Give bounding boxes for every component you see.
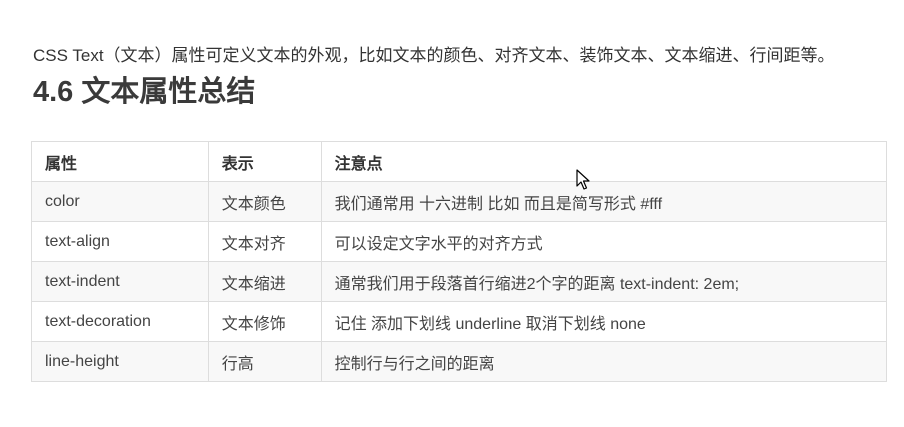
cell-property: text-align <box>31 221 209 262</box>
table-row: text-decoration 文本修饰 记住 添加下划线 underline … <box>31 301 888 342</box>
intro-paragraph: CSS Text（文本）属性可定义文本的外观，比如文本的颜色、对齐文本、装饰文本… <box>33 46 835 65</box>
cell-meaning: 文本对齐 <box>207 221 322 262</box>
cell-meaning: 文本颜色 <box>207 181 322 222</box>
cell-notes: 我们通常用 十六进制 比如 而且是简写形式 #fff <box>320 181 888 222</box>
cell-notes: 控制行与行之间的距离 <box>320 341 888 382</box>
cell-property: line-height <box>31 341 209 382</box>
table-row: text-indent 文本缩进 通常我们用于段落首行缩进2个字的距离 text… <box>31 261 888 302</box>
table-header-row: 属性 表示 注意点 <box>31 141 888 182</box>
cell-notes: 记住 添加下划线 underline 取消下划线 none <box>320 301 888 342</box>
section-title: 4.6 文本属性总结 <box>33 76 256 108</box>
cell-notes: 可以设定文字水平的对齐方式 <box>320 221 888 262</box>
cell-meaning: 行高 <box>207 341 322 382</box>
cell-meaning: 文本修饰 <box>207 301 322 342</box>
cell-property: text-decoration <box>31 301 209 342</box>
header-cell-meaning: 表示 <box>207 141 322 182</box>
header-cell-property: 属性 <box>31 141 209 182</box>
header-cell-notes: 注意点 <box>320 141 888 182</box>
cell-property: color <box>31 181 209 222</box>
table-row: color 文本颜色 我们通常用 十六进制 比如 而且是简写形式 #fff <box>31 181 888 222</box>
cell-meaning: 文本缩进 <box>207 261 322 302</box>
cell-property: text-indent <box>31 261 209 302</box>
text-properties-table: 属性 表示 注意点 color 文本颜色 我们通常用 十六进制 比如 而且是简写… <box>31 141 888 382</box>
table-row: line-height 行高 控制行与行之间的距离 <box>31 341 888 382</box>
cell-notes: 通常我们用于段落首行缩进2个字的距离 text-indent: 2em; <box>320 261 888 302</box>
mouse-pointer-icon <box>576 169 590 190</box>
table-row: text-align 文本对齐 可以设定文字水平的对齐方式 <box>31 221 888 262</box>
